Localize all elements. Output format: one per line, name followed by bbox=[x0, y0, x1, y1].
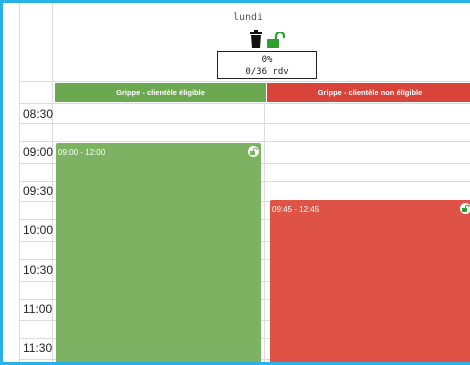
event-time: 09:00 - 12:00 bbox=[58, 148, 106, 157]
grid-line bbox=[19, 123, 470, 124]
day-name: lundi bbox=[233, 12, 264, 23]
grid-line bbox=[19, 3, 20, 362]
time-label: 10:30 bbox=[23, 263, 54, 277]
column-header-eligible[interactable]: Grippe - clientèle éligible bbox=[55, 83, 266, 102]
unlocked-padlock-icon[interactable] bbox=[248, 146, 259, 157]
time-label: 09:30 bbox=[23, 184, 54, 198]
stats-percent: 0% bbox=[261, 55, 273, 65]
time-label: 09:00 bbox=[23, 145, 54, 159]
trash-icon[interactable] bbox=[249, 30, 263, 48]
appointment-slot-non-eligible[interactable]: 09:45 - 12:45 bbox=[270, 200, 470, 362]
grid-line bbox=[19, 103, 470, 104]
grid-line bbox=[19, 81, 470, 82]
column-header-non-eligible[interactable]: Grippe - clientèle non éligible bbox=[267, 83, 470, 102]
time-label: 08:30 bbox=[23, 107, 54, 121]
time-label: 11:00 bbox=[23, 302, 53, 316]
stats-box: 0% 0/36 rdv bbox=[217, 51, 317, 79]
grid-line bbox=[264, 102, 265, 362]
time-label: 11:30 bbox=[23, 341, 53, 355]
time-label: 10:00 bbox=[23, 223, 54, 237]
unlocked-padlock-icon[interactable] bbox=[267, 32, 285, 48]
unlocked-padlock-icon[interactable] bbox=[460, 203, 470, 214]
calendar-frame: lundi 0% 0/36 rdv Grippe - clientèle éli… bbox=[0, 0, 470, 365]
grid-line bbox=[52, 3, 53, 362]
stats-appointments: 0/36 rdv bbox=[245, 67, 289, 77]
grid-line bbox=[19, 141, 470, 142]
event-time: 09:45 - 12:45 bbox=[272, 205, 320, 214]
appointment-slot-eligible[interactable]: 09:00 - 12:00 bbox=[56, 143, 261, 362]
